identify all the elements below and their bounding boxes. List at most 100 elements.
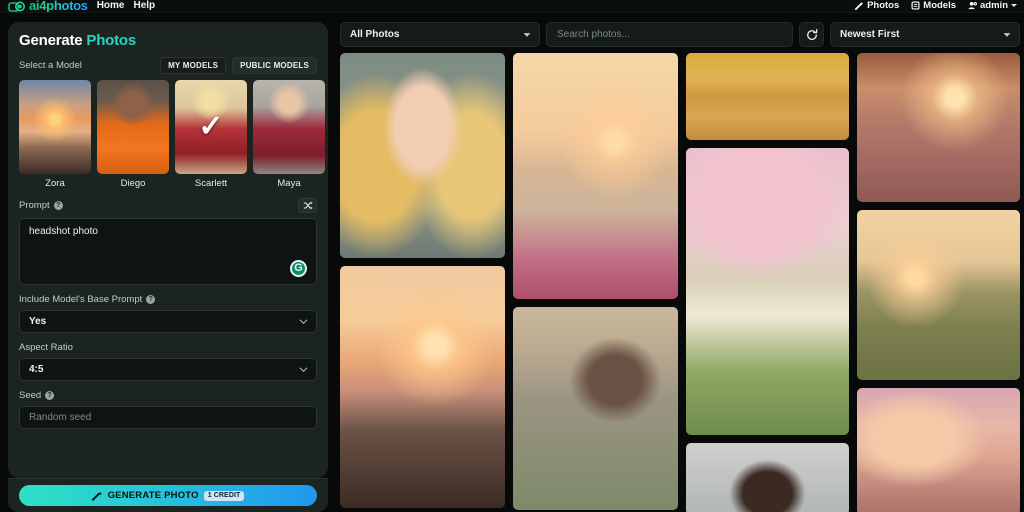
nav-label-admin: admin — [980, 0, 1008, 11]
help-icon[interactable]: ? — [146, 295, 156, 304]
wand-icon — [855, 1, 864, 10]
model-source-tabs: MY MODELS PUBLIC MODELS — [160, 57, 317, 74]
model-card-maya[interactable]: Maya — [253, 80, 325, 189]
refresh-button[interactable] — [799, 22, 824, 47]
seed-label: Seed ? — [19, 390, 317, 401]
model-card-diego[interactable]: Diego — [97, 80, 169, 189]
base-prompt-select[interactable]: Yes — [19, 310, 317, 333]
gallery-photo[interactable] — [340, 266, 505, 508]
seed-placeholder: Random seed — [29, 412, 92, 423]
model-name: Zora — [45, 178, 65, 189]
gallery-photo[interactable] — [686, 443, 849, 512]
gallery-photo[interactable] — [857, 388, 1020, 512]
gallery-photo[interactable] — [686, 53, 849, 141]
seed-label-text: Seed — [19, 390, 42, 401]
gallery-photo[interactable] — [857, 53, 1020, 202]
aspect-ratio-select[interactable]: 4:5 — [19, 358, 317, 381]
model-thumbnail — [19, 80, 91, 174]
seed-input[interactable]: Random seed — [19, 406, 317, 429]
aspect-ratio-field-group: Aspect Ratio 4:5 — [19, 342, 317, 381]
generate-photo-label: GENERATE PHOTO — [107, 490, 199, 501]
page-title: Generate Photos — [19, 32, 317, 49]
credit-badge: 1 CREDIT — [203, 490, 245, 501]
refresh-icon — [806, 28, 817, 40]
base-prompt-field-group: Include Model's Base Prompt ? Yes — [19, 294, 317, 333]
shuffle-prompt-button[interactable] — [298, 198, 317, 213]
base-prompt-label-text: Include Model's Base Prompt — [19, 294, 143, 305]
photo-filter-value: All Photos — [350, 29, 400, 40]
sort-value: Newest First — [840, 29, 900, 40]
gallery-toolbar: All Photos Search photos... Newest First — [340, 22, 1020, 47]
nav-item-admin[interactable]: admin — [968, 0, 1017, 12]
nav-label-models: Models — [923, 0, 957, 11]
aspect-ratio-label: Aspect Ratio — [19, 342, 73, 353]
tab-my-models[interactable]: MY MODELS — [160, 57, 227, 74]
chevron-down-icon — [299, 316, 308, 327]
search-input[interactable]: Search photos... — [546, 22, 793, 47]
search-placeholder: Search photos... — [557, 29, 630, 40]
gallery-photo[interactable] — [340, 53, 505, 258]
aspect-ratio-value: 4:5 — [29, 364, 44, 375]
gallery-column — [686, 53, 849, 512]
nav-item-models[interactable]: Models — [911, 0, 957, 12]
gallery-column — [513, 53, 678, 512]
nav-link-home[interactable]: Home — [97, 0, 125, 12]
page-title-accent: Photos — [86, 32, 137, 49]
model-card-zora[interactable]: Zora — [19, 80, 91, 189]
navbar-right: Photos Models admin — [855, 0, 1024, 12]
user-gear-icon — [968, 1, 977, 10]
model-thumbnail — [253, 80, 325, 174]
help-icon[interactable]: ? — [45, 391, 55, 400]
prompt-value: headshot photo — [29, 226, 98, 237]
navbar-left: ai4photos Home Help — [0, 0, 156, 13]
generate-panel-footer: GENERATE PHOTO 1 CREDIT — [8, 478, 328, 512]
brand-name: ai4photos — [29, 0, 88, 13]
app-root: ai4photos Home Help Photos Models admin … — [0, 0, 1024, 512]
gallery-column — [857, 53, 1020, 512]
brand-logo[interactable]: ai4photos — [8, 0, 88, 13]
prompt-textarea[interactable]: headshot photo G — [19, 218, 317, 285]
generate-panel: Generate Photos Select a Model MY MODELS… — [8, 22, 328, 478]
gallery-photo[interactable] — [686, 148, 849, 436]
top-navbar: ai4photos Home Help Photos Models admin — [0, 0, 1024, 13]
gallery-photo[interactable] — [513, 53, 678, 299]
photo-filter-select[interactable]: All Photos — [340, 22, 540, 47]
shuffle-icon — [303, 201, 312, 210]
gallery-photo[interactable] — [857, 210, 1020, 380]
model-thumbnail: ✓ — [175, 80, 247, 174]
tab-public-models[interactable]: PUBLIC MODELS — [232, 57, 317, 74]
chevron-down-icon — [1011, 3, 1017, 7]
seed-field-group: Seed ? Random seed — [19, 390, 317, 429]
model-card-scarlett[interactable]: ✓ Scarlett — [175, 80, 247, 189]
page-title-main: Generate — [19, 32, 87, 49]
check-icon: ✓ — [198, 110, 224, 143]
chevron-down-icon — [299, 364, 308, 375]
chevron-down-icon — [523, 29, 531, 40]
select-model-row: Select a Model MY MODELS PUBLIC MODELS — [19, 57, 317, 74]
sort-select[interactable]: Newest First — [830, 22, 1020, 47]
prompt-label: Prompt ? — [19, 200, 63, 211]
model-list: Zora Diego ✓ Scarlett Maya — [19, 80, 325, 189]
chevron-down-icon — [1003, 29, 1011, 40]
nav-label-photos: Photos — [867, 0, 900, 11]
nav-link-help[interactable]: Help — [134, 0, 156, 12]
model-name: Scarlett — [194, 178, 228, 189]
select-model-label: Select a Model — [19, 60, 82, 71]
help-icon[interactable]: ? — [53, 201, 63, 210]
grammarly-badge-icon[interactable]: G — [290, 260, 307, 277]
camera-logo-icon — [8, 0, 26, 12]
id-card-icon — [911, 0, 920, 10]
base-prompt-value: Yes — [29, 316, 47, 327]
model-name: Diego — [120, 178, 146, 189]
prompt-field-group: Prompt ? headshot photo G — [19, 198, 317, 285]
model-thumbnail — [97, 80, 169, 174]
nav-item-photos[interactable]: Photos — [855, 0, 900, 12]
generate-photo-button[interactable]: GENERATE PHOTO 1 CREDIT — [19, 485, 317, 506]
gallery-photo[interactable] — [513, 307, 678, 510]
model-name: Maya — [277, 178, 301, 189]
magic-wand-icon — [91, 491, 102, 501]
prompt-label-text: Prompt — [19, 200, 50, 211]
gallery-column — [340, 53, 505, 512]
base-prompt-label: Include Model's Base Prompt ? — [19, 294, 317, 305]
photo-gallery — [340, 53, 1024, 512]
